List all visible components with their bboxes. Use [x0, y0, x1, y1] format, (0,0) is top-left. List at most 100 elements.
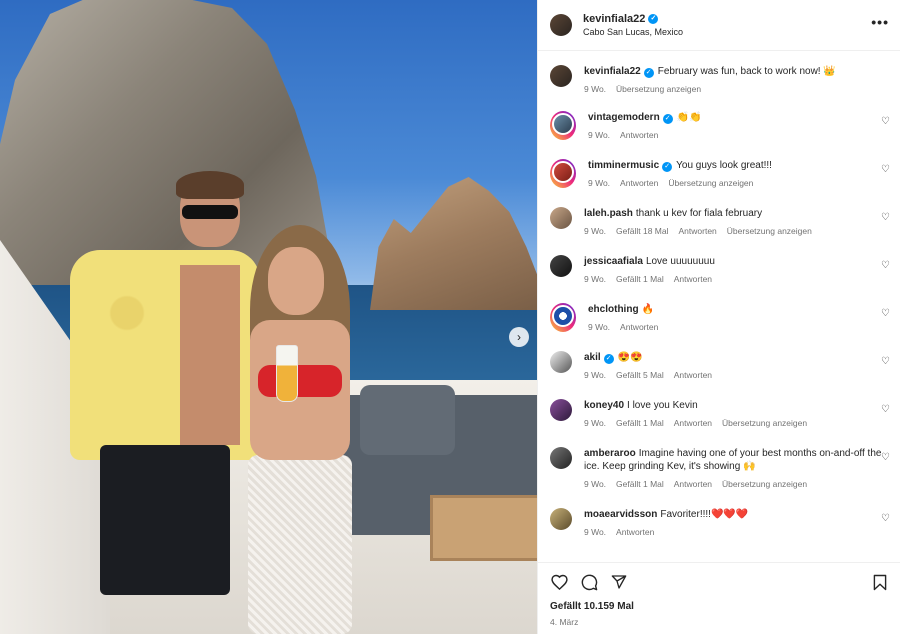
caption-time: 9 Wo.	[584, 84, 607, 94]
like-comment-heart-icon[interactable]: ♡	[881, 309, 891, 319]
reply-button[interactable]: Antworten	[620, 322, 658, 332]
avatar[interactable]	[550, 65, 572, 87]
comment-username[interactable]: moaearvidsson	[584, 509, 657, 520]
comment-time: 9 Wo.	[584, 274, 607, 284]
like-comment-heart-icon[interactable]: ♡	[881, 453, 891, 463]
comment-text: Love uuuuuuuu	[645, 256, 715, 267]
caption-text: February was fun, back to work now! 👑	[657, 66, 836, 77]
bookmark-icon[interactable]	[871, 573, 889, 591]
avatar[interactable]	[550, 508, 572, 530]
comment-username[interactable]: koney40	[584, 400, 624, 411]
post-detail-panel: kevinfiala22 ✓ Cabo San Lucas, Mexico ••…	[537, 0, 900, 634]
sunglasses	[182, 205, 238, 219]
share-icon[interactable]	[610, 573, 628, 591]
comment-text: I love you Kevin	[627, 400, 698, 411]
comment-like-count[interactable]: Gefällt 5 Mal	[616, 370, 664, 380]
comment-username[interactable]: ehclothing	[588, 304, 639, 315]
translate-link[interactable]: Übersetzung anzeigen	[722, 418, 807, 428]
comment-item: ehclothing 🔥 9 Wo. Antworten ♡	[538, 303, 900, 332]
like-heart-icon[interactable]	[550, 573, 568, 591]
story-ring[interactable]	[550, 111, 576, 140]
comments-list[interactable]: kevinfiala22 ✓ February was fun, back to w…	[538, 51, 900, 561]
hair	[176, 171, 244, 199]
comment-item: jessicaafiala Love uuuuuuuu 9 Wo. Gefällt…	[538, 255, 900, 284]
reply-button[interactable]: Antworten	[674, 370, 712, 380]
person-woman	[230, 225, 370, 634]
reply-button[interactable]: Antworten	[620, 178, 658, 188]
translate-link[interactable]: Übersetzung anzeigen	[727, 226, 812, 236]
like-comment-heart-icon[interactable]: ♡	[881, 357, 891, 367]
verified-icon: ✓	[662, 162, 673, 172]
translate-link[interactable]: Übersetzung anzeigen	[616, 84, 701, 94]
comment-item: amberaroo Imagine having one of your best…	[538, 447, 900, 489]
post-header: kevinfiala22 ✓ Cabo San Lucas, Mexico ••…	[538, 0, 900, 51]
comment-like-count[interactable]: Gefällt 1 Mal	[616, 274, 664, 284]
verified-icon: ✓	[648, 14, 659, 24]
avatar[interactable]	[550, 447, 572, 469]
comment-item: koney40 I love you Kevin 9 Wo. Gefällt 1 …	[538, 399, 900, 428]
comment-username[interactable]: amberaroo	[584, 448, 636, 459]
reply-button[interactable]: Antworten	[616, 527, 654, 537]
comment-username[interactable]: timminermusic	[588, 160, 659, 171]
reply-button[interactable]: Antworten	[674, 274, 712, 284]
avatar	[552, 113, 574, 135]
comment-like-count[interactable]: Gefällt 1 Mal	[616, 418, 664, 428]
avatar[interactable]	[550, 255, 572, 277]
comment-time: 9 Wo.	[584, 418, 607, 428]
comment-text: 🔥	[641, 304, 655, 315]
story-ring[interactable]	[550, 159, 576, 188]
caption-username[interactable]: kevinfiala22	[584, 66, 641, 77]
comment-like-count[interactable]: Gefällt 18 Mal	[616, 226, 668, 236]
translate-link[interactable]: Übersetzung anzeigen	[722, 479, 807, 489]
avatar[interactable]	[550, 399, 572, 421]
avatar	[552, 305, 574, 327]
like-count[interactable]: Gefällt 10.159 Mal	[550, 601, 889, 612]
comment-icon[interactable]	[580, 573, 598, 591]
post-actions: Gefällt 10.159 Mal 4. März	[538, 562, 900, 635]
comment-username[interactable]: jessicaafiala	[584, 256, 643, 267]
post-username[interactable]: kevinfiala22	[583, 13, 645, 25]
translate-link[interactable]: Übersetzung anzeigen	[668, 178, 753, 188]
sofa-cushion	[360, 385, 455, 455]
comment-time: 9 Wo.	[588, 322, 611, 332]
reply-button[interactable]: Antworten	[674, 479, 712, 489]
like-comment-heart-icon[interactable]: ♡	[881, 261, 891, 271]
avatar[interactable]	[550, 14, 572, 36]
carousel-next-button[interactable]: ›	[509, 327, 529, 347]
comment-like-count[interactable]: Gefällt 1 Mal	[616, 479, 664, 489]
comment-time: 9 Wo.	[588, 130, 611, 140]
comment-item: timminermusic ✓ You guys look great!!! 9 W…	[538, 159, 900, 188]
red-bikini-top	[258, 365, 342, 397]
like-comment-heart-icon[interactable]: ♡	[881, 514, 891, 524]
comment-item: akil ✓ 😍😍 9 Wo. Gefällt 5 Mal Antworten ♡	[538, 351, 900, 380]
like-comment-heart-icon[interactable]: ♡	[881, 405, 891, 415]
like-comment-heart-icon[interactable]: ♡	[881, 213, 891, 223]
crochet-skirt	[248, 455, 352, 634]
more-options-button[interactable]: •••	[871, 14, 889, 30]
champagne-glass	[276, 345, 298, 402]
reply-button[interactable]: Antworten	[679, 226, 717, 236]
comment-text: thank u kev for fiala february	[635, 208, 763, 219]
caption: kevinfiala22 ✓ February was fun, back to w…	[538, 65, 900, 94]
like-comment-heart-icon[interactable]: ♡	[881, 165, 891, 175]
avatar[interactable]	[550, 207, 572, 229]
comment-item: moaearvidsson Favoriter!!!!❤️❤️❤️ 9 Wo. A…	[538, 508, 900, 537]
comment-text: 👏👏	[676, 112, 702, 123]
story-ring[interactable]	[550, 303, 576, 332]
verified-icon: ✓	[603, 354, 614, 364]
like-comment-heart-icon[interactable]: ♡	[881, 117, 891, 127]
comment-time: 9 Wo.	[584, 479, 607, 489]
post-photo[interactable]: ›	[0, 0, 537, 634]
reply-button[interactable]: Antworten	[620, 130, 658, 140]
verified-icon: ✓	[643, 68, 654, 78]
comment-text: 😍😍	[617, 352, 643, 363]
comment-time: 9 Wo.	[584, 527, 607, 537]
comment-username[interactable]: akil	[584, 352, 601, 363]
comment-text: Favoriter!!!!❤️❤️❤️	[660, 509, 749, 520]
comment-username[interactable]: laleh.pash	[584, 208, 633, 219]
post-location[interactable]: Cabo San Lucas, Mexico	[583, 27, 683, 37]
reply-button[interactable]: Antworten	[674, 418, 712, 428]
deck-table	[430, 495, 537, 561]
avatar[interactable]	[550, 351, 572, 373]
comment-username[interactable]: vintagemodern	[588, 112, 660, 123]
